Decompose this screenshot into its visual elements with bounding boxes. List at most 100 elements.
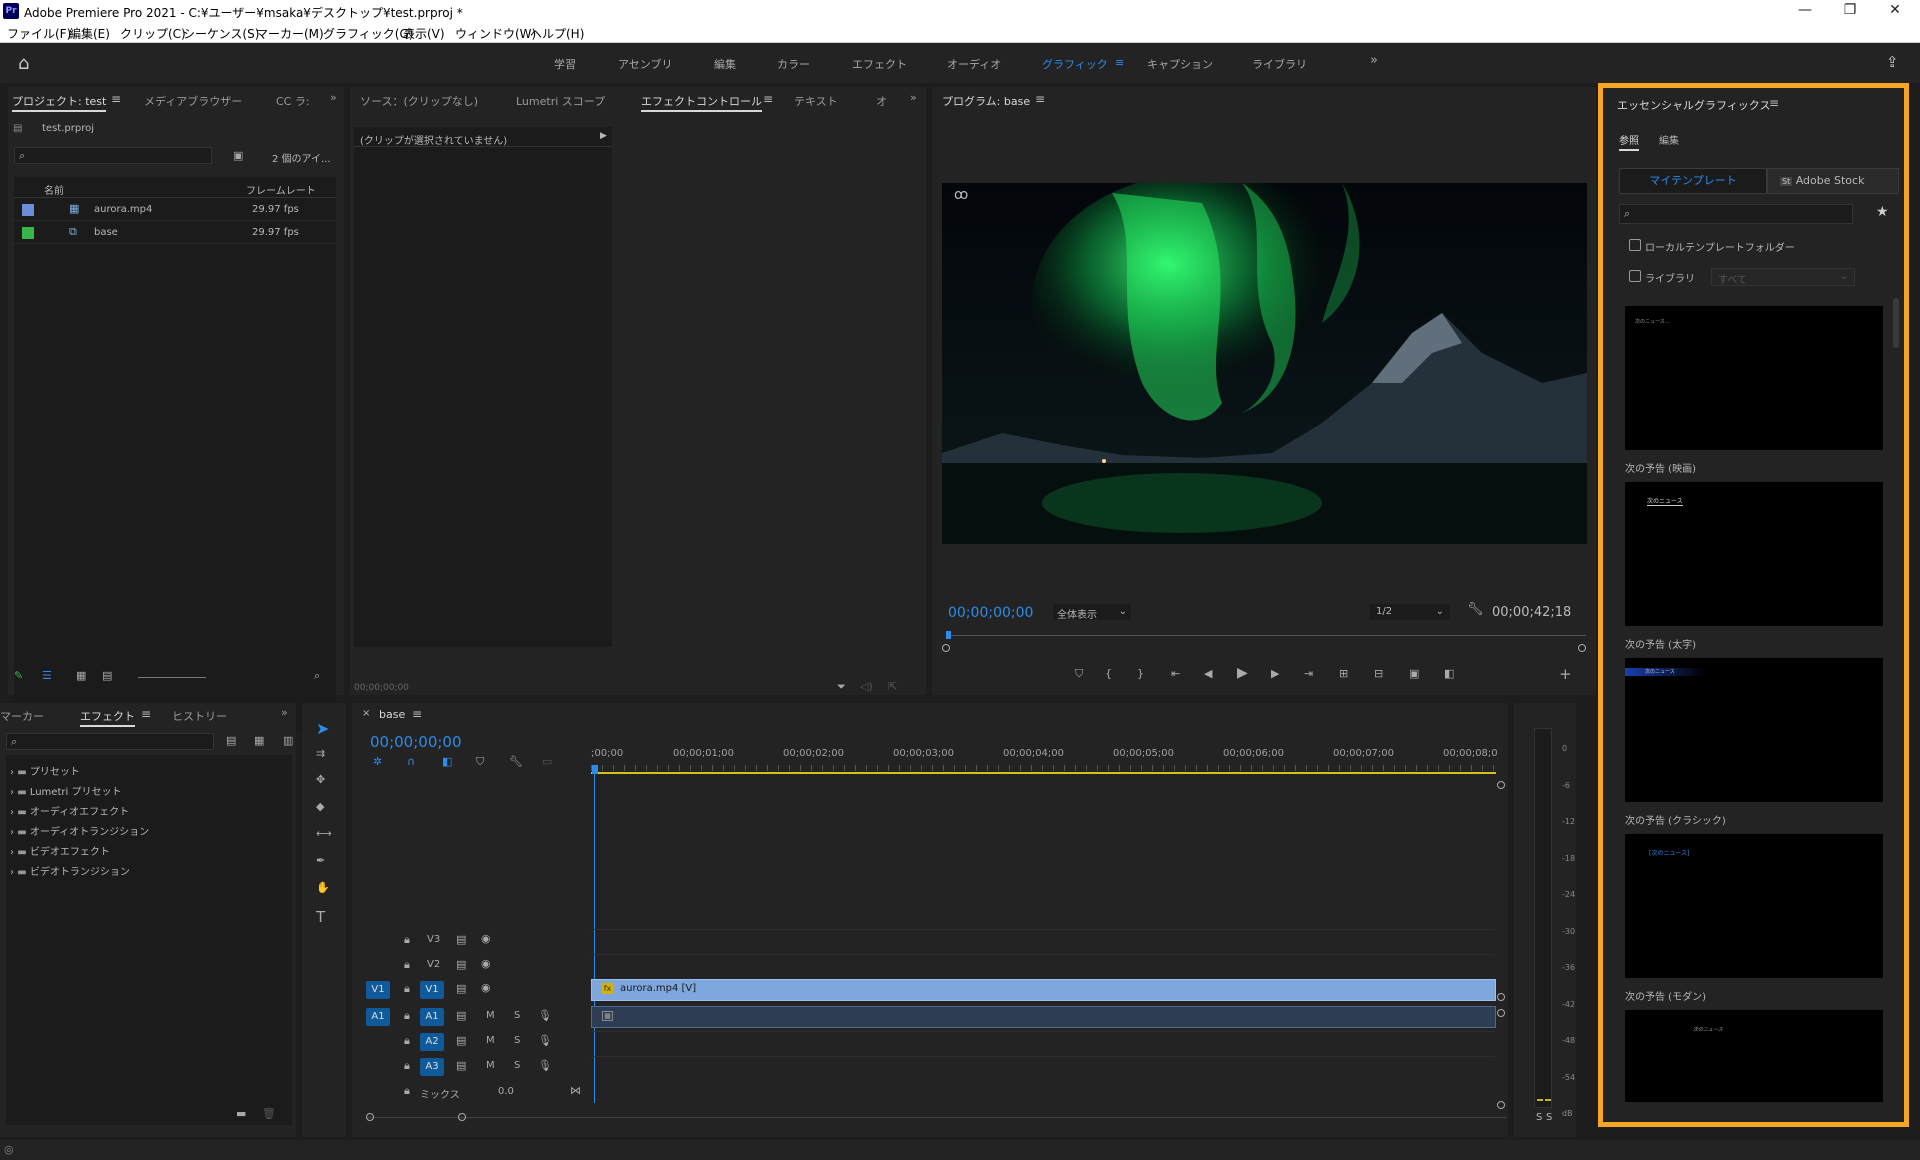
lock-icon[interactable]: 🔒︎ [404,1009,410,1023]
razor-tool-icon[interactable]: ◆ [316,800,324,813]
library-checkbox[interactable] [1629,270,1641,282]
playhead-handle[interactable] [592,765,598,774]
source-patch-v1[interactable]: V1 [366,981,390,999]
panel-menu-icon[interactable]: ≡ [412,707,422,721]
menu-graphics[interactable]: グラフィック(G) [323,25,413,42]
add-marker-icon[interactable]: ⛉ [1075,667,1083,681]
menu-file[interactable]: ファイル(F) [7,25,71,42]
mix-end-icon[interactable]: ⋈ [570,1084,581,1097]
tab-source[interactable]: ソース：(クリップなし) [360,93,478,109]
ws-libraries[interactable]: ライブラリ [1252,56,1307,72]
tab-browse[interactable]: 参照 [1619,136,1639,151]
tab-markers[interactable]: マーカー [0,708,44,724]
minimize-icon[interactable]: — [1785,2,1825,20]
more-tabs-icon[interactable]: » [330,91,337,104]
pencil-icon[interactable]: ✎ [14,669,23,682]
playhead[interactable] [946,631,951,639]
menu-help[interactable]: ヘルプ(H) [530,25,584,42]
ws-graphics[interactable]: グラフィック [1042,56,1108,72]
adobe-stock-button[interactable]: St Adobe Stock [1767,168,1899,194]
track-label-a2[interactable]: A2 [420,1033,444,1051]
star-icon[interactable]: ★ [1876,204,1889,220]
freeform-view-icon[interactable]: ▤ [102,669,112,682]
share-icon[interactable]: ⇪ [1886,53,1899,71]
template-thumbnail[interactable]: 次のニュース [1625,482,1883,626]
eg-scrollbar[interactable] [1893,298,1899,348]
ripple-edit-tool-icon[interactable]: ✥ [316,773,325,786]
tab-effects[interactable]: エフェクト [80,710,135,727]
32bit-effects-icon[interactable]: ▦ [254,734,264,747]
menu-edit[interactable]: 編集(E) [69,25,110,42]
find-icon[interactable]: ⌕ [314,669,320,683]
track-label-v2[interactable]: V2 [427,959,440,970]
mute-button[interactable]: M [486,1060,495,1071]
col-framerate[interactable]: フレームレート [246,182,316,197]
zoom-handle-right[interactable] [458,1113,466,1121]
list-view-icon[interactable]: ☰ [42,669,52,682]
linked-selection-icon[interactable]: ∩ [407,755,415,768]
lock-icon[interactable]: 🔒︎ [404,982,410,996]
tab-lumetri-scopes[interactable]: Lumetri スコープ [516,93,605,109]
video-frame[interactable]: ꝏ [942,183,1587,544]
lock-icon[interactable]: 🔒︎ [404,1084,410,1098]
restore-icon[interactable]: ❐ [1830,2,1870,20]
snap-icon[interactable]: ✲ [373,755,382,768]
mark-out-icon[interactable]: } [1137,667,1144,680]
program-time-ruler[interactable] [946,635,1586,636]
export-icon[interactable]: ⇱ [888,680,897,693]
mic-icon[interactable]: 🎙︎ [538,1009,552,1022]
track-height-handle[interactable] [1497,993,1505,1001]
effects-search-input[interactable]: ⌕ [6,733,214,750]
mark-in-icon[interactable]: { [1105,667,1112,680]
menu-view[interactable]: 表示(V) [403,25,445,42]
settings-wrench-icon[interactable]: 🔧︎ [509,755,523,768]
track-label-v3[interactable]: V3 [427,934,440,945]
ws-learn[interactable]: 学習 [554,56,576,72]
close-icon[interactable]: ✕ [1875,2,1915,20]
accelerated-effects-icon[interactable]: ▤ [226,734,236,747]
slip-tool-icon[interactable]: ⟷ [316,827,332,840]
template-thumbnail[interactable]: 次のニュース... [1625,306,1883,450]
tab-text[interactable]: テキスト [794,93,838,109]
ws-edit[interactable]: 編集 [714,56,736,72]
mic-icon[interactable]: 🎙︎ [538,1059,552,1072]
menu-clip[interactable]: クリップ(C) [120,25,186,42]
export-frame-icon[interactable]: ▣ [1409,667,1419,680]
lift-icon[interactable]: ⊞ [1339,667,1348,680]
menu-sequence[interactable]: シーケンス(S) [183,25,259,42]
solo-button[interactable]: S [514,1010,520,1021]
captions-icon[interactable]: ▭ [542,755,552,768]
list-item[interactable]: ▦ aurora.mp4 29.97 fps [14,199,336,221]
sync-lock-icon[interactable]: ▤ [456,958,466,971]
lock-icon[interactable]: 🔒︎ [404,1034,410,1048]
ws-audio[interactable]: オーディオ [947,56,1001,72]
menu-window[interactable]: ウィンドウ(W) [455,25,536,42]
h-scrollbar[interactable] [366,1117,1506,1118]
new-bin-icon[interactable]: ▣ [233,149,243,162]
hand-tool-icon[interactable]: ✋ [316,881,330,894]
extract-icon[interactable]: ⊟ [1374,667,1383,680]
mix-value[interactable]: 0.0 [498,1086,514,1097]
panel-menu-icon[interactable]: ≡ [141,707,151,721]
ws-captions[interactable]: キャプション [1147,56,1213,72]
play-right-icon[interactable]: ▶ [600,131,607,141]
panel-menu-icon[interactable]: ≡ [1769,96,1779,110]
sync-lock-icon[interactable]: ▤ [456,933,466,946]
selection-tool-icon[interactable]: ➤ [316,719,329,738]
solo-right-button[interactable]: S [1546,1112,1552,1123]
filter-icon[interactable]: ⏷ [837,680,846,694]
ws-color[interactable]: カラー [777,56,810,72]
panel-menu-icon[interactable]: ≡ [111,92,121,106]
tab-media-browser[interactable]: メディアブラウザー [144,93,242,109]
fit-select[interactable]: 全体表示 ⌄ [1053,604,1131,621]
tree-item[interactable]: › ▬ オーディオトランジション [10,823,280,838]
track-height-handle[interactable] [1497,1009,1505,1017]
local-folder-checkbox[interactable] [1629,239,1641,251]
lock-icon[interactable]: 🔒︎ [404,958,410,972]
ws-effects[interactable]: エフェクト [852,56,907,72]
source-patch-a1[interactable]: A1 [366,1008,390,1026]
go-to-in-icon[interactable]: ⇤ [1171,667,1180,680]
template-thumbnail[interactable]: 次のニュース [1625,658,1883,802]
tab-effect-controls[interactable]: エフェクトコントロール [641,95,762,112]
resolution-select[interactable]: 1/2 ⌄ [1370,604,1450,620]
